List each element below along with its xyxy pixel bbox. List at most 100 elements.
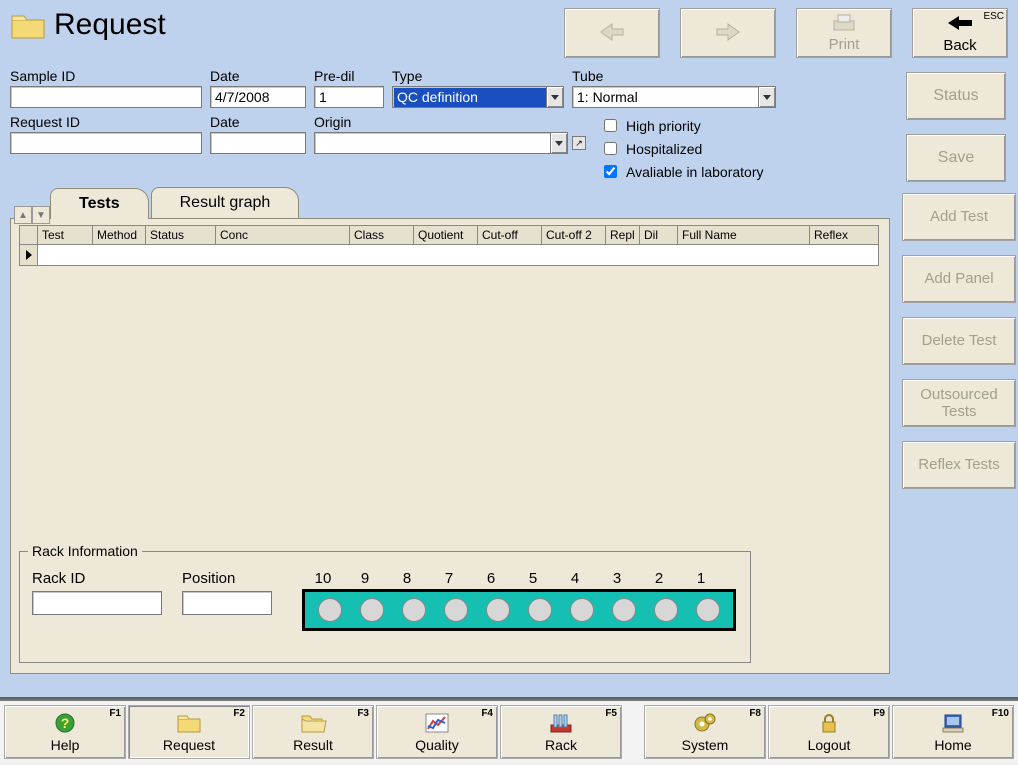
- next-button[interactable]: [680, 8, 776, 58]
- high-priority-label: High priority: [626, 118, 701, 134]
- page-title: Request: [54, 8, 166, 42]
- rack-id-input[interactable]: [32, 591, 162, 615]
- bb-system[interactable]: F8 System: [644, 705, 766, 759]
- hospitalized-checkbox[interactable]: [604, 142, 617, 155]
- type-label: Type: [392, 68, 564, 84]
- print-button[interactable]: Print: [796, 8, 892, 58]
- position-input[interactable]: [182, 591, 272, 615]
- origin-select[interactable]: [314, 132, 568, 154]
- request-id-input[interactable]: [10, 132, 202, 154]
- predil-input[interactable]: [314, 86, 384, 108]
- delete-test-button[interactable]: Delete Test: [902, 317, 1016, 365]
- folder-open-icon: [299, 711, 327, 735]
- lock-icon: [815, 711, 843, 735]
- col-fullname[interactable]: Full Name: [678, 226, 810, 244]
- chevron-down-icon[interactable]: [758, 86, 776, 108]
- origin-label: Origin: [314, 114, 586, 130]
- col-quotient[interactable]: Quotient: [414, 226, 478, 244]
- col-repl[interactable]: Repl: [606, 226, 640, 244]
- prev-button[interactable]: [564, 8, 660, 58]
- col-cutoff2[interactable]: Cut-off 2: [542, 226, 606, 244]
- col-status[interactable]: Status: [146, 226, 216, 244]
- rack-icon: [547, 711, 575, 735]
- add-test-button[interactable]: Add Test: [902, 193, 1016, 241]
- date2-label: Date: [210, 114, 306, 130]
- back-arrow-icon: [945, 12, 975, 37]
- request-id-label: Request ID: [10, 114, 202, 130]
- outsourced-tests-button[interactable]: Outsourced Tests: [902, 379, 1016, 427]
- back-button[interactable]: ESC Back: [912, 8, 1008, 58]
- rack-slot[interactable]: [435, 598, 477, 622]
- available-lab-check[interactable]: Avaliable in laboratory: [600, 162, 764, 181]
- bb-request[interactable]: F2 Request: [128, 705, 250, 759]
- bb-rack[interactable]: F5 Rack: [500, 705, 622, 759]
- date1-input[interactable]: [210, 86, 306, 108]
- high-priority-checkbox[interactable]: [604, 119, 617, 132]
- predil-label: Pre-dil: [314, 68, 384, 84]
- tab-result-graph[interactable]: Result graph: [151, 187, 300, 218]
- col-reflex[interactable]: Reflex: [810, 226, 858, 244]
- hospitalized-label: Hospitalized: [626, 141, 702, 157]
- status-button[interactable]: Status: [906, 72, 1006, 120]
- col-test[interactable]: Test: [38, 226, 93, 244]
- bottom-toolbar: F1 ? Help F2 Request F3 Result F4 Qualit…: [0, 699, 1018, 763]
- print-label: Print: [829, 36, 860, 53]
- col-class[interactable]: Class: [350, 226, 414, 244]
- bb-quality[interactable]: F4 Quality: [376, 705, 498, 759]
- tab-scroll-up[interactable]: ▲: [14, 206, 32, 224]
- col-conc[interactable]: Conc: [216, 226, 350, 244]
- chevron-down-icon[interactable]: [546, 86, 564, 108]
- reflex-tests-button[interactable]: Reflex Tests: [902, 441, 1016, 489]
- rack-slot[interactable]: [519, 598, 561, 622]
- sample-id-input[interactable]: [10, 86, 202, 108]
- sample-id-label: Sample ID: [10, 68, 202, 84]
- gear-icon: [691, 711, 719, 735]
- hospitalized-check[interactable]: Hospitalized: [600, 139, 764, 158]
- rack-slot[interactable]: [309, 598, 351, 622]
- tests-panel: Test Method Status Conc Class Quotient C…: [10, 218, 890, 674]
- back-hotkey: ESC: [983, 11, 1004, 22]
- date2-input[interactable]: [210, 132, 306, 154]
- chevron-down-icon[interactable]: [550, 132, 568, 154]
- available-lab-checkbox[interactable]: [604, 165, 617, 178]
- rack-slot[interactable]: [477, 598, 519, 622]
- rack-slot[interactable]: [645, 598, 687, 622]
- tab-tests[interactable]: Tests: [50, 188, 149, 219]
- type-select[interactable]: QC definition: [392, 86, 564, 108]
- svg-text:?: ?: [61, 715, 70, 731]
- rack-information-group: Rack Information Rack ID Position 1: [19, 551, 751, 663]
- tube-label: Tube: [572, 68, 776, 84]
- tube-value: 1: Normal: [572, 86, 758, 108]
- tab-scroll-down[interactable]: ▼: [32, 206, 50, 224]
- tube-select[interactable]: 1: Normal: [572, 86, 776, 108]
- available-lab-label: Avaliable in laboratory: [626, 164, 764, 180]
- origin-popout-button[interactable]: ↗: [572, 136, 586, 150]
- rack-legend: Rack Information: [28, 543, 142, 559]
- bb-home[interactable]: F10 Home: [892, 705, 1014, 759]
- high-priority-check[interactable]: High priority: [600, 116, 764, 135]
- rack-slot[interactable]: [603, 598, 645, 622]
- type-value: QC definition: [392, 86, 546, 108]
- rack-slot[interactable]: [561, 598, 603, 622]
- folder-icon: [175, 711, 203, 735]
- tests-table[interactable]: Test Method Status Conc Class Quotient C…: [19, 225, 879, 266]
- save-button[interactable]: Save: [906, 134, 1006, 182]
- add-panel-button[interactable]: Add Panel: [902, 255, 1016, 303]
- rack-slot[interactable]: [393, 598, 435, 622]
- col-dil[interactable]: Dil: [640, 226, 678, 244]
- col-method[interactable]: Method: [93, 226, 146, 244]
- bb-logout[interactable]: F9 Logout: [768, 705, 890, 759]
- col-cutoff[interactable]: Cut-off: [478, 226, 542, 244]
- computer-icon: [939, 711, 967, 735]
- bb-result[interactable]: F3 Result: [252, 705, 374, 759]
- arrow-left-icon: [597, 21, 627, 46]
- row-marker: [20, 245, 38, 265]
- folder-icon: [10, 10, 46, 40]
- row-marker-header: [20, 226, 38, 244]
- table-row[interactable]: [20, 245, 878, 265]
- rack-slot[interactable]: [351, 598, 393, 622]
- position-label: Position: [182, 570, 272, 587]
- bb-help[interactable]: F1 ? Help: [4, 705, 126, 759]
- rack-slot[interactable]: [687, 598, 729, 622]
- date1-label: Date: [210, 68, 306, 84]
